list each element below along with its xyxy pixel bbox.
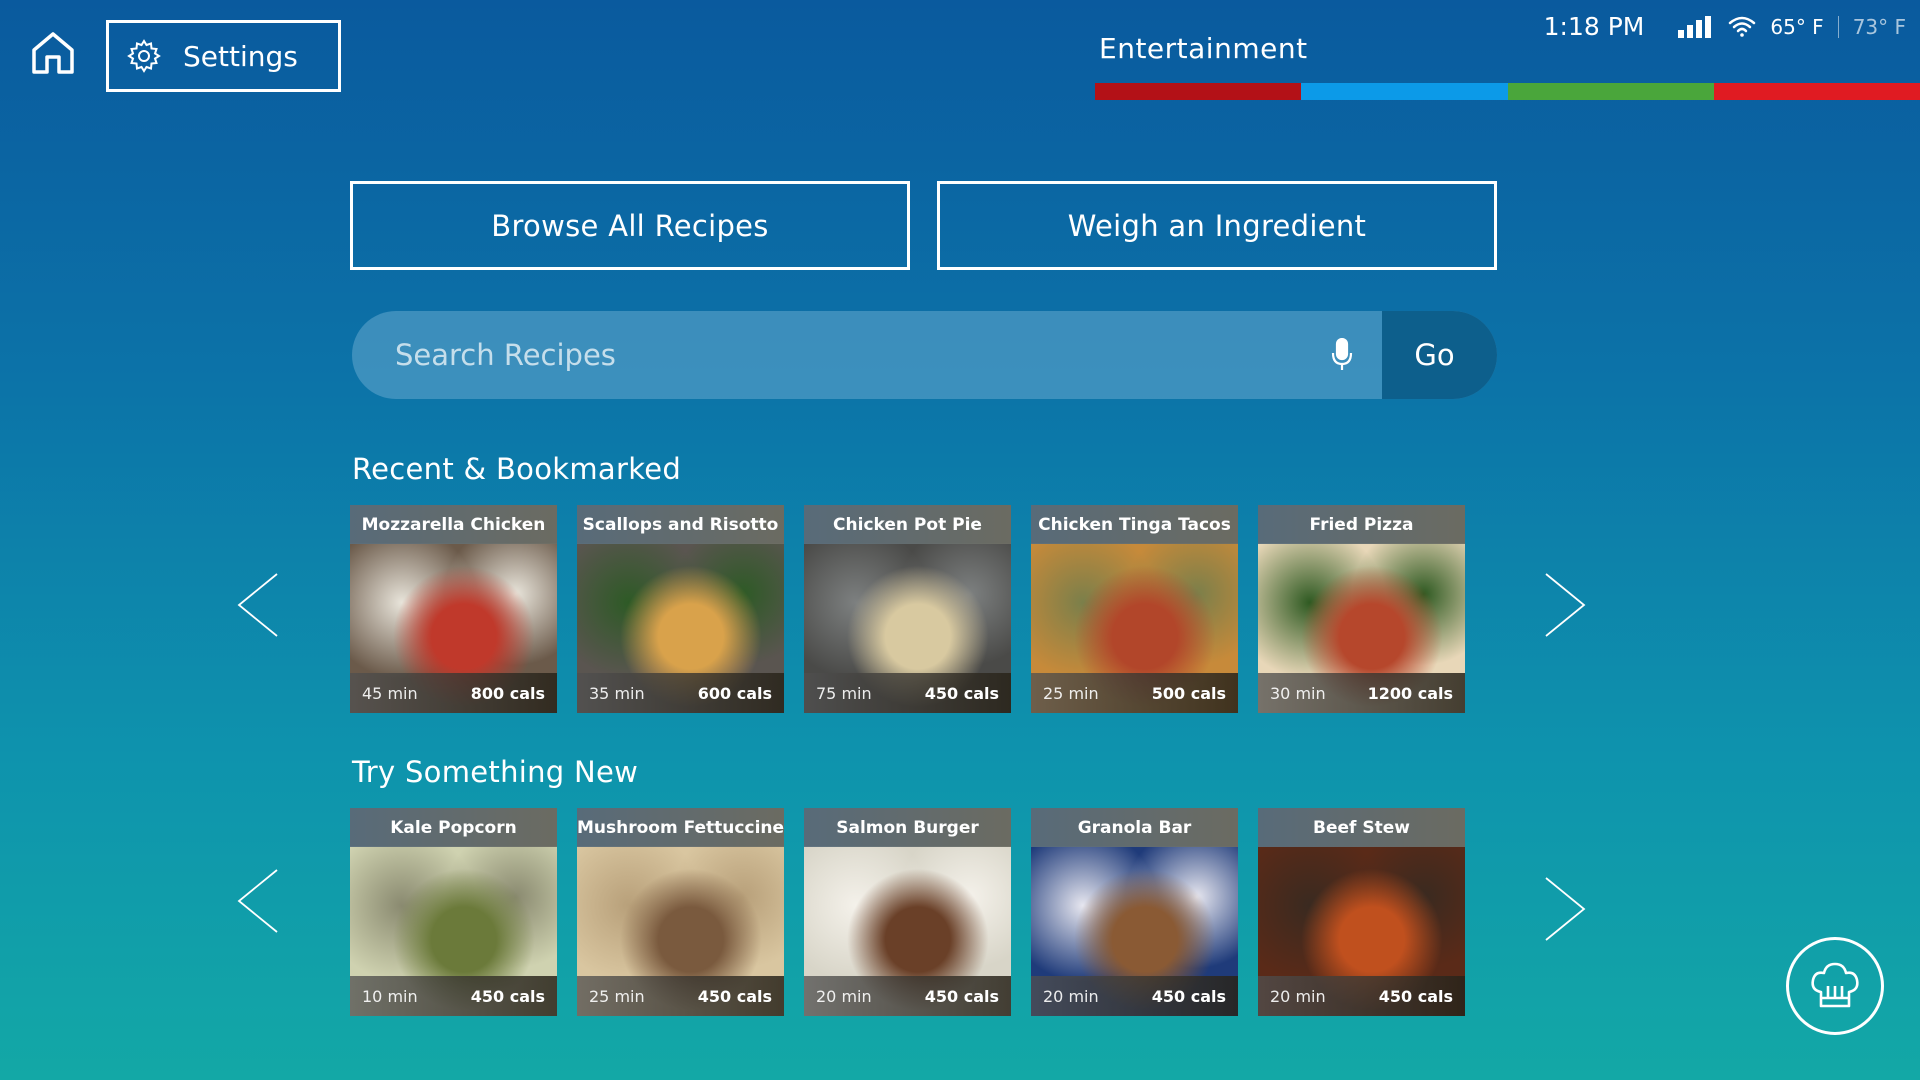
recipe-calories: 450 cals — [1378, 986, 1453, 1006]
recipe-info: 75 min 450 cals — [804, 673, 1011, 713]
recipe-calories: 450 cals — [924, 683, 999, 703]
recent-section-title: Recent & Bookmarked — [352, 452, 682, 486]
new-next-arrow[interactable] — [1542, 874, 1588, 944]
recipe-info: 25 min 450 cals — [577, 976, 784, 1016]
recipe-time: 10 min — [362, 986, 418, 1006]
recipe-card[interactable]: Salmon Burger 20 min 450 cals — [804, 808, 1011, 1016]
chevron-left-icon — [237, 573, 278, 637]
recipe-time: 25 min — [1043, 683, 1099, 703]
recipe-info: 45 min 800 cals — [350, 673, 557, 713]
chef-hat-icon — [1811, 962, 1859, 1008]
browse-all-recipes-button[interactable]: Browse All Recipes — [350, 181, 910, 270]
recipe-time: 20 min — [816, 986, 872, 1006]
voice-search-button[interactable] — [1302, 311, 1382, 399]
recipe-title: Kale Popcorn — [350, 808, 557, 847]
status-bar: 1:18 PM 65° F 73° F — [1544, 12, 1906, 41]
chevron-left-icon — [237, 869, 278, 933]
chevron-right-icon — [1545, 573, 1586, 637]
recipe-info: 30 min 1200 cals — [1258, 673, 1465, 713]
recipe-title: Mozzarella Chicken — [350, 505, 557, 544]
recipe-title: Chicken Tinga Tacos — [1031, 505, 1238, 544]
recipe-info: 10 min 450 cals — [350, 976, 557, 1016]
settings-label: Settings — [183, 39, 298, 73]
new-section-title: Try Something New — [352, 755, 639, 789]
recipe-calories: 600 cals — [697, 683, 772, 703]
recipe-card[interactable]: Fried Pizza 30 min 1200 cals — [1258, 505, 1465, 713]
indoor-temperature: 65° F — [1770, 14, 1824, 39]
recipe-card[interactable]: Mushroom Fettuccine 25 min 450 cals — [577, 808, 784, 1016]
home-icon — [32, 32, 74, 74]
microphone-icon — [1331, 338, 1353, 370]
recent-prev-arrow[interactable] — [235, 570, 281, 640]
recipe-card[interactable]: Kale Popcorn 10 min 450 cals — [350, 808, 557, 1016]
chef-assistant-button[interactable] — [1786, 937, 1884, 1035]
gear-icon — [127, 39, 161, 73]
recipe-time: 30 min — [1270, 683, 1326, 703]
signal-icon — [1678, 15, 1712, 38]
recipe-calories: 450 cals — [470, 986, 545, 1006]
recipe-time: 45 min — [362, 683, 418, 703]
home-button[interactable] — [26, 26, 80, 80]
mode-bar-segment-red — [1095, 83, 1302, 100]
recipe-time: 35 min — [589, 683, 645, 703]
mode-bar-segment-green — [1507, 83, 1714, 100]
recipe-info: 20 min 450 cals — [804, 976, 1011, 1016]
new-recipes-row: Kale Popcorn 10 min 450 cals Mushroom Fe… — [350, 808, 1465, 1016]
settings-button[interactable]: Settings — [106, 20, 341, 92]
mode-color-bar — [1095, 83, 1920, 100]
clock: 1:18 PM — [1543, 12, 1645, 41]
recipe-time: 20 min — [1043, 986, 1099, 1006]
recipe-title: Granola Bar — [1031, 808, 1238, 847]
recipe-calories: 450 cals — [1151, 986, 1226, 1006]
recipe-card[interactable]: Beef Stew 20 min 450 cals — [1258, 808, 1465, 1016]
mode-title: Entertainment — [1099, 32, 1308, 65]
search-bar: Go — [352, 311, 1497, 399]
chevron-right-icon — [1545, 877, 1586, 941]
recipe-info: 25 min 500 cals — [1031, 673, 1238, 713]
recipe-title: Salmon Burger — [804, 808, 1011, 847]
recipe-card[interactable]: Granola Bar 20 min 450 cals — [1031, 808, 1238, 1016]
recipe-title: Fried Pizza — [1258, 505, 1465, 544]
recipe-title: Mushroom Fettuccine — [577, 808, 784, 847]
weigh-ingredient-button[interactable]: Weigh an Ingredient — [937, 181, 1497, 270]
recent-recipes-row: Mozzarella Chicken 45 min 800 cals Scall… — [350, 505, 1465, 713]
mode-bar-segment-red-2 — [1713, 83, 1920, 100]
recipe-title: Beef Stew — [1258, 808, 1465, 847]
recipe-title: Scallops and Risotto — [577, 505, 784, 544]
recipe-calories: 450 cals — [924, 986, 999, 1006]
recipe-card[interactable]: Chicken Pot Pie 75 min 450 cals — [804, 505, 1011, 713]
wifi-icon — [1729, 16, 1756, 37]
new-prev-arrow[interactable] — [235, 866, 281, 936]
status-divider — [1837, 15, 1839, 38]
recipe-title: Chicken Pot Pie — [804, 505, 1011, 544]
recipe-card[interactable]: Chicken Tinga Tacos 25 min 500 cals — [1031, 505, 1238, 713]
mode-bar-segment-blue — [1301, 83, 1508, 100]
recipe-time: 20 min — [1270, 986, 1326, 1006]
recipe-info: 20 min 450 cals — [1031, 976, 1238, 1016]
recipe-time: 75 min — [816, 683, 872, 703]
recipe-time: 25 min — [589, 986, 645, 1006]
recipe-calories: 500 cals — [1151, 683, 1226, 703]
recipe-calories: 1200 cals — [1367, 683, 1453, 703]
recipe-card[interactable]: Scallops and Risotto 35 min 600 cals — [577, 505, 784, 713]
outdoor-temperature: 73° F — [1852, 14, 1906, 39]
go-button[interactable]: Go — [1382, 311, 1497, 399]
recipe-calories: 800 cals — [470, 683, 545, 703]
recipe-info: 20 min 450 cals — [1258, 976, 1465, 1016]
search-input[interactable] — [352, 311, 1302, 399]
recipe-calories: 450 cals — [697, 986, 772, 1006]
recent-next-arrow[interactable] — [1542, 570, 1588, 640]
recipe-card[interactable]: Mozzarella Chicken 45 min 800 cals — [350, 505, 557, 713]
recipe-info: 35 min 600 cals — [577, 673, 784, 713]
